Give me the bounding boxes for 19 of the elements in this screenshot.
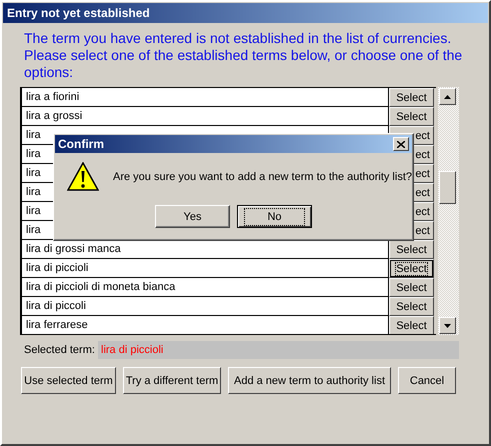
instruction-text: The term you have entered is not established in the list of currencies. Please select one of the established terms below, or choose one of the options:: [24, 30, 464, 81]
term-text: lira: [26, 205, 41, 217]
term-text: lira di piccioli: [26, 262, 88, 274]
term-text: lira a grossi: [26, 110, 82, 122]
dialog-title: Confirm: [58, 137, 104, 151]
term-text: lira di piccoli: [26, 300, 86, 312]
term-text: lira: [26, 129, 41, 141]
selected-term-label: Selected term:: [24, 344, 96, 356]
window-title: Entry not yet established: [3, 3, 488, 23]
term-text: lira di grossi manca: [26, 243, 121, 255]
term-text: lira: [26, 186, 41, 198]
term-text: lira: [26, 224, 41, 236]
term-text: lira: [26, 148, 41, 160]
term-text: lira di piccioli di moneta bianca: [26, 281, 176, 293]
term-text: lira ferrarese: [26, 319, 88, 331]
term-text: lira: [26, 167, 41, 179]
confirm-message: Are you sure you want to add a new term to the authority list?: [113, 170, 412, 182]
selected-term-field: lira di piccioli: [98, 341, 459, 359]
term-text: lira a fiorini: [26, 91, 80, 103]
